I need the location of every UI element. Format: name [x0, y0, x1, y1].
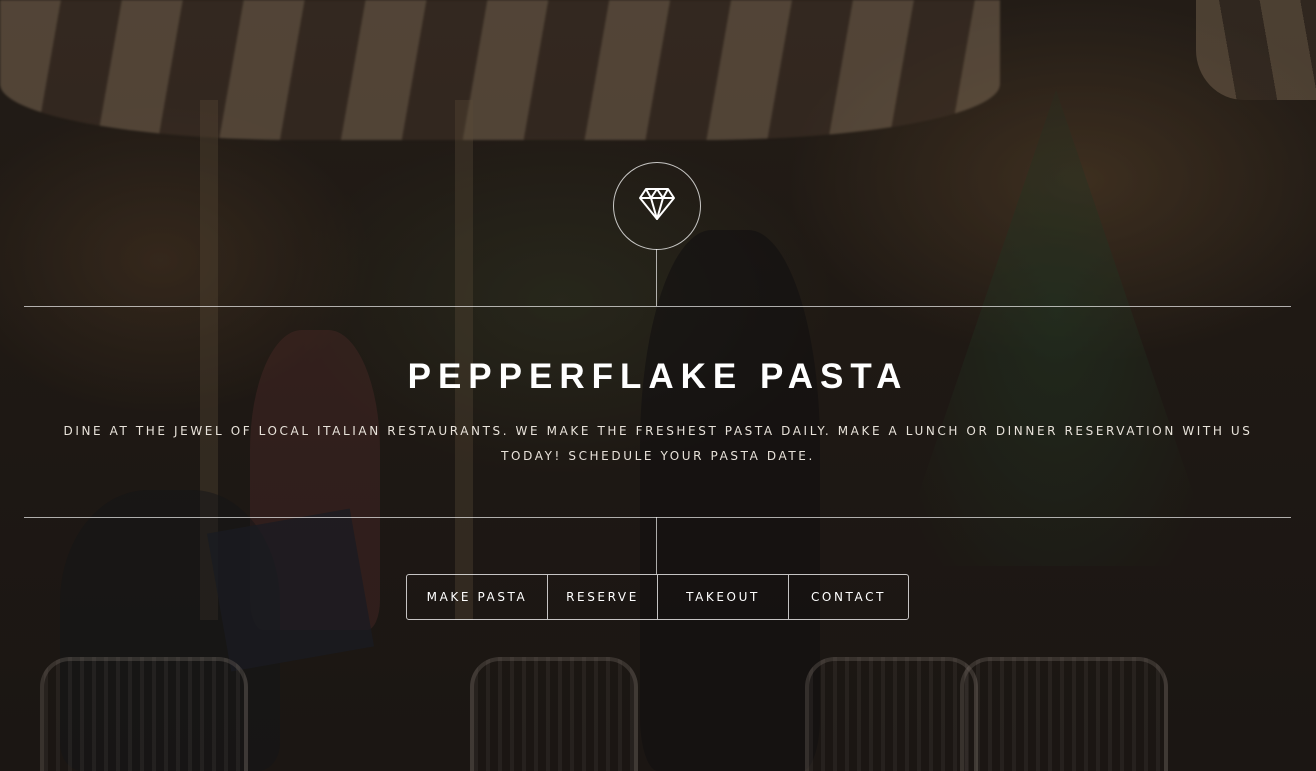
tagline: DINE AT THE JEWEL OF LOCAL ITALIAN RESTA…: [63, 424, 1253, 463]
nav-takeout[interactable]: TAKEOUT: [657, 575, 788, 619]
divider-top: [24, 306, 1291, 307]
emblem-circle: [613, 162, 701, 250]
hero-section: PEPPERFLAKE PASTA DINE AT THE JEWEL OF L…: [0, 0, 1316, 771]
diamond-icon: [638, 187, 676, 226]
connector-line-bottom: [656, 517, 657, 574]
nav-reserve[interactable]: RESERVE: [547, 575, 657, 619]
nav-contact[interactable]: CONTACT: [788, 575, 908, 619]
page-title: PEPPERFLAKE PASTA: [407, 357, 909, 396]
connector-line-top: [656, 249, 657, 306]
nav-make-pasta[interactable]: MAKE PASTA: [407, 575, 547, 619]
divider-bottom: [24, 517, 1291, 518]
main-nav: MAKE PASTA RESERVE TAKEOUT CONTACT: [406, 574, 909, 620]
